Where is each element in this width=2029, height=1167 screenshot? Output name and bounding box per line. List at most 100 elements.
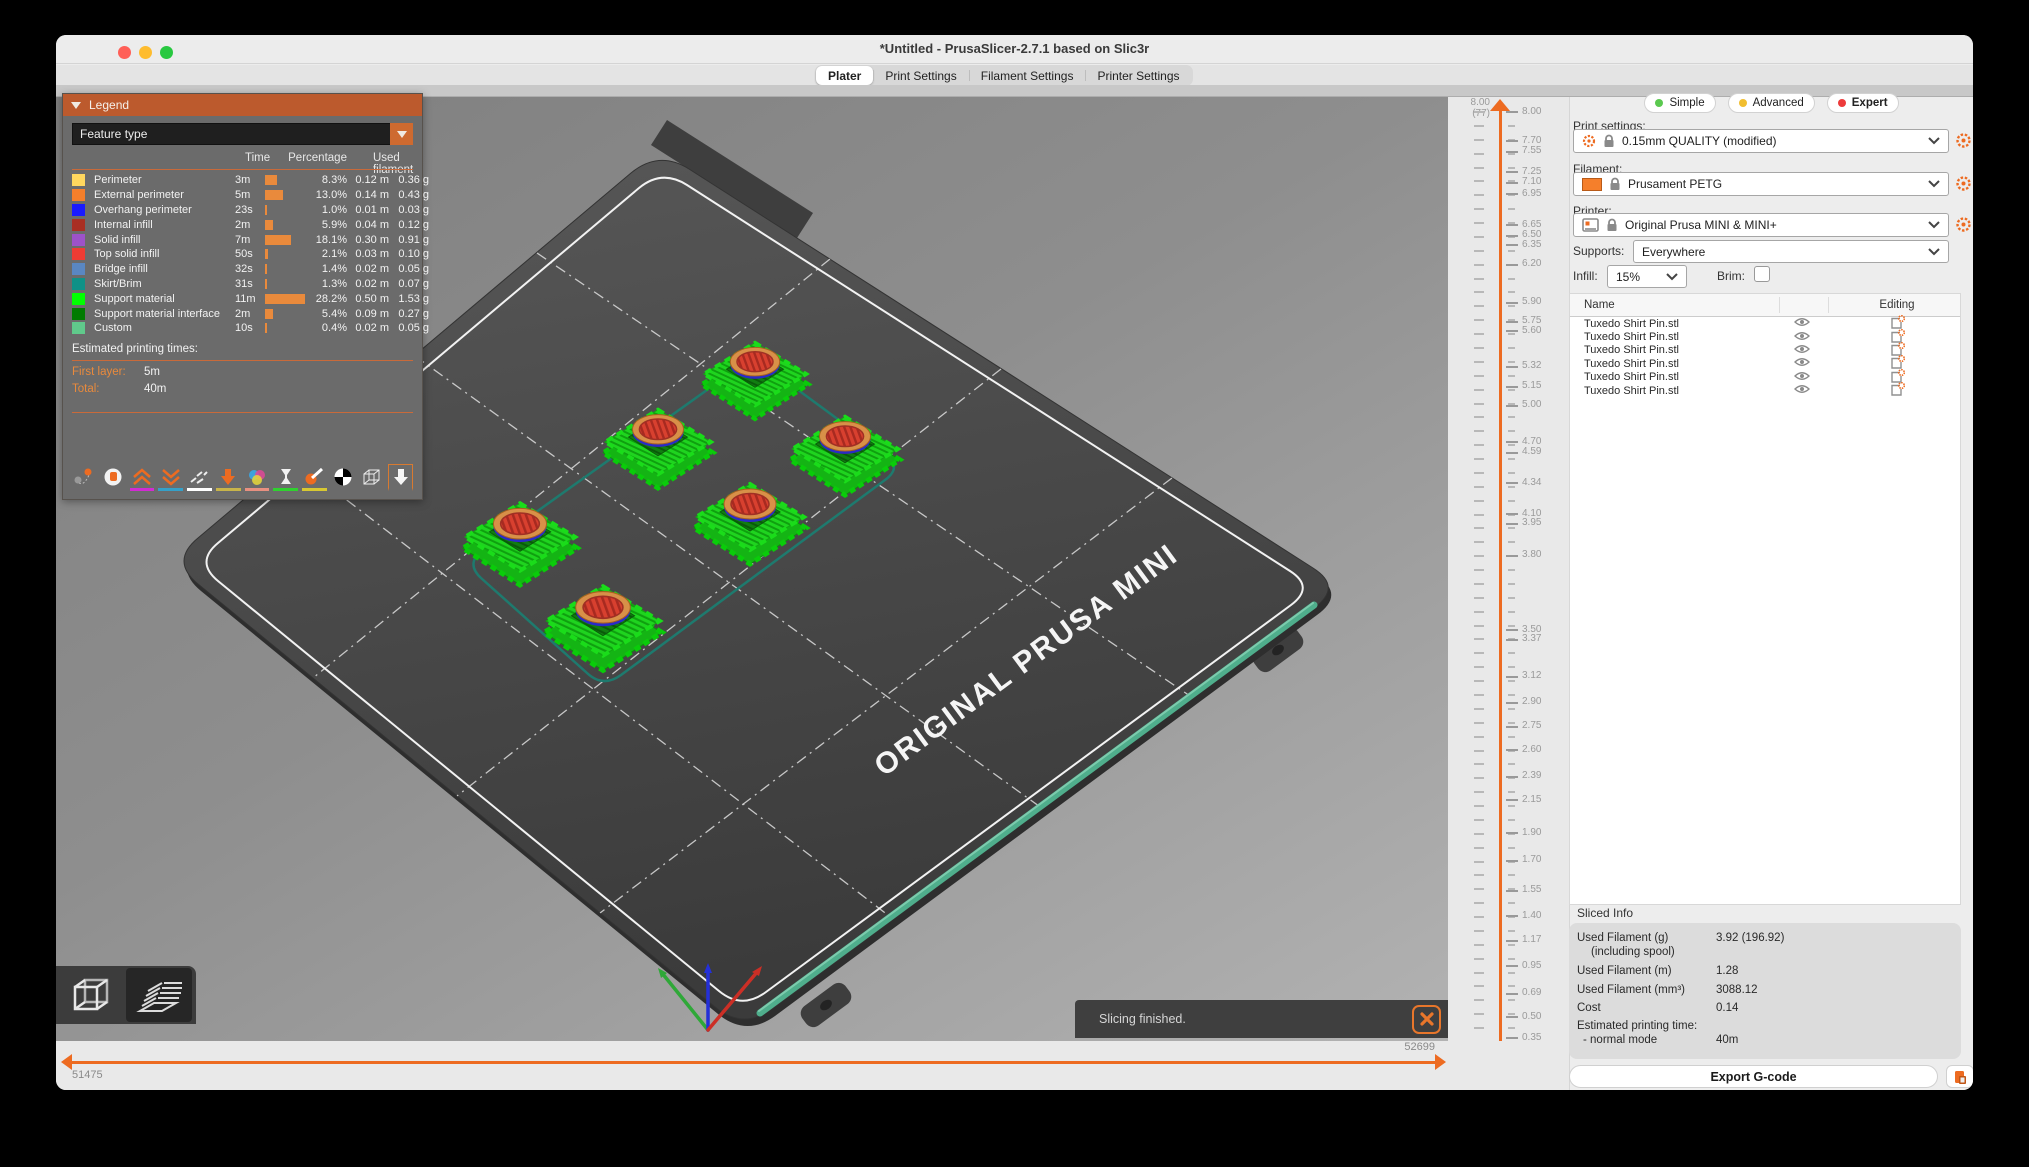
legend-header[interactable]: Legend: [63, 94, 422, 116]
layer-tick-label: 5.32: [1522, 360, 1542, 372]
layer-slider-top-handle[interactable]: [1490, 99, 1510, 111]
supports-select[interactable]: Everywhere: [1633, 240, 1949, 263]
feature-color-swatch: [72, 277, 85, 290]
printer-select[interactable]: Original Prusa MINI & MINI+: [1573, 213, 1949, 237]
infill-value: 15%: [1616, 269, 1641, 284]
wipe-icon[interactable]: [187, 464, 212, 491]
editor-view-button[interactable]: [58, 968, 124, 1022]
print-settings-select[interactable]: 0.15mm QUALITY (modified): [1573, 129, 1949, 153]
lock-icon: [1607, 218, 1617, 231]
view-mode-switcher: [56, 966, 196, 1024]
legend-feature-row: Solid infill 7m 18.1% 0.30 m 0.91 g: [72, 232, 429, 247]
brim-label: Brim:: [1717, 269, 1745, 283]
filament-color-swatch: [1582, 177, 1602, 191]
layer-tick-label: 7.10: [1522, 176, 1542, 188]
feature-name: Bridge infill: [94, 263, 148, 276]
layer-tick-label: 0.95: [1522, 959, 1542, 971]
feature-percent: 18.1%: [315, 233, 347, 246]
main-tabs: Plater Print Settings Filament Settings …: [815, 65, 1193, 86]
filament-select[interactable]: Prusament PETG: [1573, 172, 1949, 196]
pause-prints-icon[interactable]: [273, 464, 298, 491]
eye-icon[interactable]: [1793, 357, 1811, 370]
object-name: Tuxedo Shirt Pin.stl: [1584, 371, 1679, 384]
tab-print-settings[interactable]: Print Settings: [873, 66, 968, 85]
col-time: Time: [245, 152, 271, 164]
eye-icon[interactable]: [1793, 317, 1811, 330]
layer-tick-label: 6.35: [1522, 238, 1542, 250]
object-settings-icon[interactable]: [1890, 382, 1906, 399]
layer-tick-label: 0.50: [1522, 1010, 1542, 1022]
feature-name: Support material: [94, 292, 175, 305]
feature-color-swatch: [72, 233, 85, 246]
travels-icon[interactable]: [72, 464, 97, 491]
deretractions-icon[interactable]: [129, 464, 155, 491]
feature-filament-m: 0.03 m: [355, 248, 389, 261]
feature-filament-m: 0.02 m: [355, 322, 389, 335]
layer-tick-label: 2.75: [1522, 720, 1542, 731]
including-spool-label: (including spool): [1591, 946, 1675, 958]
feature-filament-g: 0.91 g: [398, 233, 429, 246]
feature-percent-bar: [265, 219, 311, 230]
seams-icon[interactable]: [158, 464, 183, 491]
feature-name: Overhang perimeter: [94, 203, 192, 216]
layer-tick-label: 6.65: [1522, 218, 1542, 230]
window-title: *Untitled - PrusaSlicer-2.7.1 based on S…: [879, 41, 1150, 56]
brim-checkbox[interactable]: [1754, 266, 1770, 282]
eye-icon[interactable]: [1793, 371, 1811, 384]
close-toast-button[interactable]: [1412, 1004, 1441, 1034]
moves-slider-track[interactable]: [70, 1061, 1435, 1064]
mode-simple[interactable]: Simple: [1644, 93, 1716, 113]
chevron-down-icon: [1928, 221, 1940, 229]
shells-icon[interactable]: [360, 464, 385, 491]
collapse-triangle-icon: [71, 101, 81, 109]
normal-mode-label: - normal mode: [1583, 1034, 1658, 1046]
simple-dot-icon: [1655, 99, 1664, 107]
feature-name: Support material interface: [94, 307, 220, 320]
eye-icon[interactable]: [1793, 331, 1811, 344]
feature-time: 7m: [235, 233, 251, 246]
feature-name: External perimeter: [94, 189, 184, 202]
edit-printer-gear[interactable]: [1955, 216, 1972, 233]
custom-gcodes-icon[interactable]: [302, 464, 327, 491]
supports-value: Everywhere: [1642, 244, 1706, 259]
feature-filament-m: 0.50 m: [355, 292, 389, 305]
dropdown-button[interactable]: [390, 123, 413, 145]
edit-print-settings-gear[interactable]: [1955, 132, 1972, 149]
tool-changes-icon[interactable]: [215, 464, 241, 491]
eye-icon[interactable]: [1793, 384, 1811, 397]
feature-type-select[interactable]: Feature type: [72, 123, 413, 145]
object-name: Tuxedo Shirt Pin.stl: [1584, 331, 1679, 344]
feature-filament-g: 0.27 g: [398, 307, 429, 320]
feature-type-value: Feature type: [80, 127, 148, 141]
feature-filament-m: 0.12 m: [355, 174, 389, 187]
tab-filament-settings[interactable]: Filament Settings: [968, 66, 1086, 85]
feature-time: 31s: [235, 277, 253, 290]
tab-plater[interactable]: Plater: [816, 66, 874, 85]
used-mm3-value: 3088.12: [1716, 984, 1758, 996]
hslider-right-arrow[interactable]: [1435, 1054, 1446, 1070]
expert-dot-icon: [1837, 99, 1846, 107]
tab-printer-settings[interactable]: Printer Settings: [1085, 66, 1191, 85]
mode-advanced[interactable]: Advanced: [1727, 93, 1815, 113]
center-of-gravity-icon[interactable]: [331, 464, 356, 491]
mode-expert[interactable]: Expert: [1826, 93, 1899, 113]
object-name: Tuxedo Shirt Pin.stl: [1584, 384, 1679, 397]
tool-marker-icon[interactable]: [388, 464, 414, 491]
export-gcode-button[interactable]: Export G-code: [1569, 1065, 1938, 1088]
edit-filament-gear[interactable]: [1955, 175, 1972, 192]
export-to-sd-button[interactable]: [1946, 1065, 1973, 1088]
layer-tick-label: 2.90: [1522, 696, 1542, 708]
eye-icon[interactable]: [1793, 344, 1811, 357]
retractions-icon[interactable]: [101, 464, 126, 491]
object-row[interactable]: Tuxedo Shirt Pin.stl: [1570, 382, 1960, 399]
infill-label: Infill:: [1573, 269, 1598, 283]
filament-value: Prusament PETG: [1628, 177, 1723, 191]
chevron-down-icon: [396, 130, 407, 138]
color-changes-icon[interactable]: [244, 464, 270, 491]
infill-select[interactable]: 15%: [1607, 265, 1687, 288]
preview-view-button[interactable]: [126, 968, 192, 1022]
feature-filament-g: 1.53 g: [398, 292, 429, 305]
layer-slider-track[interactable]: [1499, 111, 1502, 1055]
status-toast: Slicing finished.: [1075, 1000, 1448, 1038]
feature-percent: 1.3%: [321, 277, 347, 290]
